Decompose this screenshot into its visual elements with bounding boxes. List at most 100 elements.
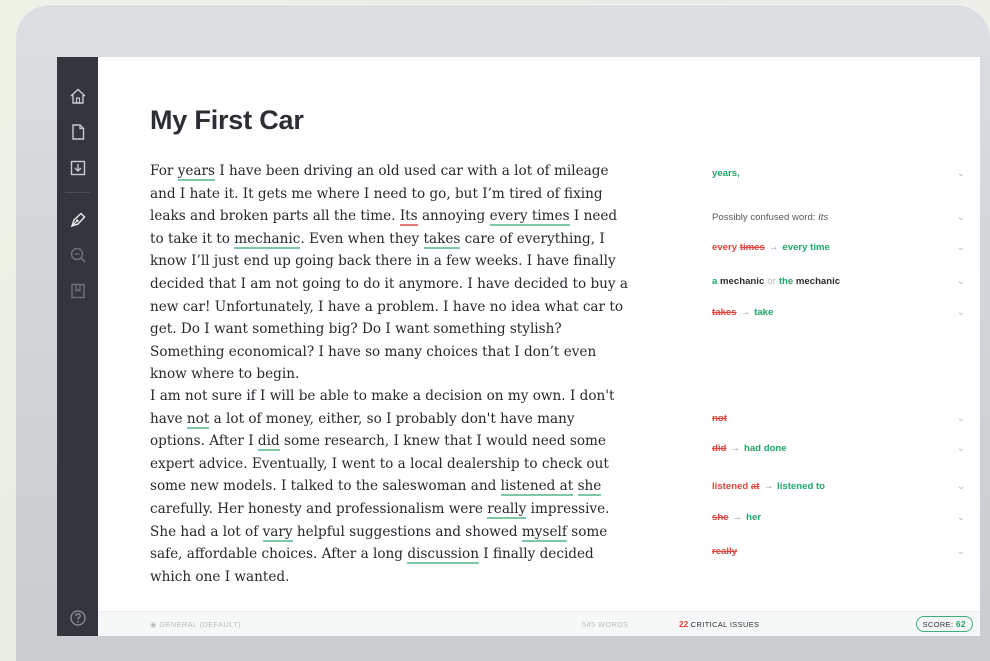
suggestion-part: every time (782, 241, 830, 253)
suggestion-card[interactable]: a mechanicorthe mechanic ⌄ × (710, 269, 980, 293)
suggestion-part: takes (712, 306, 737, 318)
flagged-word[interactable]: Its (399, 208, 418, 227)
suggestion-card[interactable]: takes→take ⌄ × (710, 300, 980, 324)
arrow-icon: → (763, 480, 774, 492)
suggestion-part: did (712, 442, 727, 454)
close-icon[interactable]: × (978, 481, 980, 492)
document-area: My First Car For years I have been drivi… (98, 57, 980, 636)
chevron-down-icon[interactable]: ⌄ (954, 307, 968, 318)
suggestion-part: times (739, 241, 765, 253)
critical-label: critical issues (690, 620, 760, 629)
home-icon[interactable] (69, 87, 87, 105)
sidebar-divider (65, 192, 90, 193)
suggestion-text: not (712, 413, 954, 424)
suggestion-part: her (746, 511, 762, 523)
suggestion-text: did → had done (712, 443, 954, 454)
sidebar (57, 57, 98, 636)
suggestion-text: listened at → listened to (712, 481, 954, 492)
chevron-down-icon[interactable]: ⌄ (954, 242, 968, 253)
app-window: My First Car For years I have been drivi… (57, 57, 980, 636)
flagged-word[interactable]: discussion (407, 546, 479, 565)
suggestion-part: the (778, 275, 796, 287)
flagged-word[interactable]: did (257, 433, 280, 452)
flagged-word[interactable]: myself (521, 523, 567, 542)
suggestion-card[interactable]: listened at→listened to ⌄ × (710, 474, 980, 498)
pen-icon[interactable] (69, 211, 87, 229)
close-icon[interactable]: × (978, 546, 980, 557)
suggestion-text: Possibly confused word: Its (712, 212, 954, 223)
close-icon[interactable]: × (978, 242, 980, 253)
suggestion-text: really (712, 546, 954, 557)
close-icon[interactable]: × (978, 443, 980, 454)
flagged-word[interactable]: she (577, 478, 602, 497)
score-label: Score: (922, 620, 954, 629)
suggestion-card[interactable]: she→her ⌄ × (710, 505, 980, 529)
status-bar: ◉ General (default) 545 words 22 critica… (98, 611, 980, 636)
dialect-label: General (default) (159, 620, 241, 629)
flagged-word[interactable]: every times (489, 208, 570, 227)
document-title[interactable]: My First Car (150, 105, 304, 136)
critical-issues[interactable]: 22 critical issues (679, 619, 759, 629)
flagged-word[interactable]: really (487, 500, 527, 519)
score-value: 62 (955, 619, 966, 629)
chevron-down-icon[interactable]: ⌄ (954, 168, 968, 179)
suggestion-text: takes → take (712, 307, 954, 318)
paragraph-1[interactable]: For years I have been driving an old use… (150, 160, 630, 386)
suggestion-part: mechanic (795, 275, 841, 287)
word-count: 545 words (582, 620, 629, 629)
chevron-down-icon[interactable]: ⌄ (954, 276, 968, 287)
suggestion-text: every times → every time (712, 242, 954, 253)
search-icon[interactable] (69, 246, 87, 264)
flagged-word[interactable]: vary (262, 523, 293, 542)
suggestion-part: years, (712, 167, 740, 179)
suggestion-part: Its (818, 211, 829, 223)
book-icon[interactable] (69, 282, 87, 300)
arrow-icon: → (730, 442, 740, 454)
close-icon[interactable]: × (978, 212, 980, 223)
suggestion-part: she (712, 511, 729, 523)
chevron-down-icon[interactable]: ⌄ (954, 512, 968, 523)
suggestion-text: a mechanic or the mechanic (712, 276, 954, 287)
close-icon[interactable]: × (978, 413, 980, 424)
chevron-down-icon[interactable]: ⌄ (954, 443, 968, 454)
suggestion-part: listened (712, 480, 751, 492)
flagged-word[interactable]: listened at (500, 478, 574, 497)
suggestion-part: to (815, 480, 826, 492)
chevron-down-icon[interactable]: ⌄ (954, 212, 968, 223)
suggestion-card[interactable]: Possibly confused word: Its ⌄ × (710, 205, 980, 229)
flagged-word[interactable]: years (177, 163, 216, 181)
suggestion-text: she → her (712, 512, 954, 523)
critical-count: 22 (679, 619, 689, 629)
suggestion-list: years, ⌄ × Possibly confused word: Its ⌄… (710, 57, 980, 617)
chevron-down-icon[interactable]: ⌄ (954, 546, 968, 557)
suggestion-part: every (712, 241, 740, 253)
suggestion-card[interactable]: years, ⌄ × (710, 161, 980, 185)
suggestion-part: listened (777, 480, 816, 492)
close-icon[interactable]: × (978, 168, 980, 179)
suggestion-part: at (750, 480, 760, 492)
flagged-word[interactable]: mechanic (234, 230, 301, 249)
flagged-word[interactable]: not (186, 410, 210, 429)
chevron-down-icon[interactable]: ⌄ (954, 481, 968, 492)
score-badge[interactable]: Score: 62 (915, 616, 973, 632)
suggestion-part: a (712, 275, 721, 287)
arrow-icon: → (732, 511, 743, 523)
flagged-word[interactable]: takes (423, 230, 461, 249)
suggestion-card[interactable]: every times→every time ⌄ × (710, 235, 980, 259)
suggestion-card[interactable]: really ⌄ × (710, 539, 980, 563)
document-icon[interactable] (69, 123, 87, 141)
help-icon[interactable] (69, 609, 87, 627)
suggestion-part: take (754, 306, 774, 318)
chevron-down-icon[interactable]: ⌄ (954, 413, 968, 424)
dialect-selector[interactable]: ◉ General (default) (150, 620, 241, 629)
paragraph-2[interactable]: I am not sure if I will be able to make … (150, 385, 630, 588)
suggestion-part: or (767, 275, 776, 287)
arrow-icon: → (768, 241, 779, 253)
suggestion-card[interactable]: not ⌄ × (710, 406, 980, 430)
close-icon[interactable]: × (978, 512, 980, 523)
download-icon[interactable] (69, 159, 87, 177)
close-icon[interactable]: × (978, 276, 980, 287)
close-icon[interactable]: × (978, 307, 980, 318)
suggestion-part: not (712, 412, 727, 424)
suggestion-card[interactable]: did→had done ⌄ × (710, 436, 980, 460)
